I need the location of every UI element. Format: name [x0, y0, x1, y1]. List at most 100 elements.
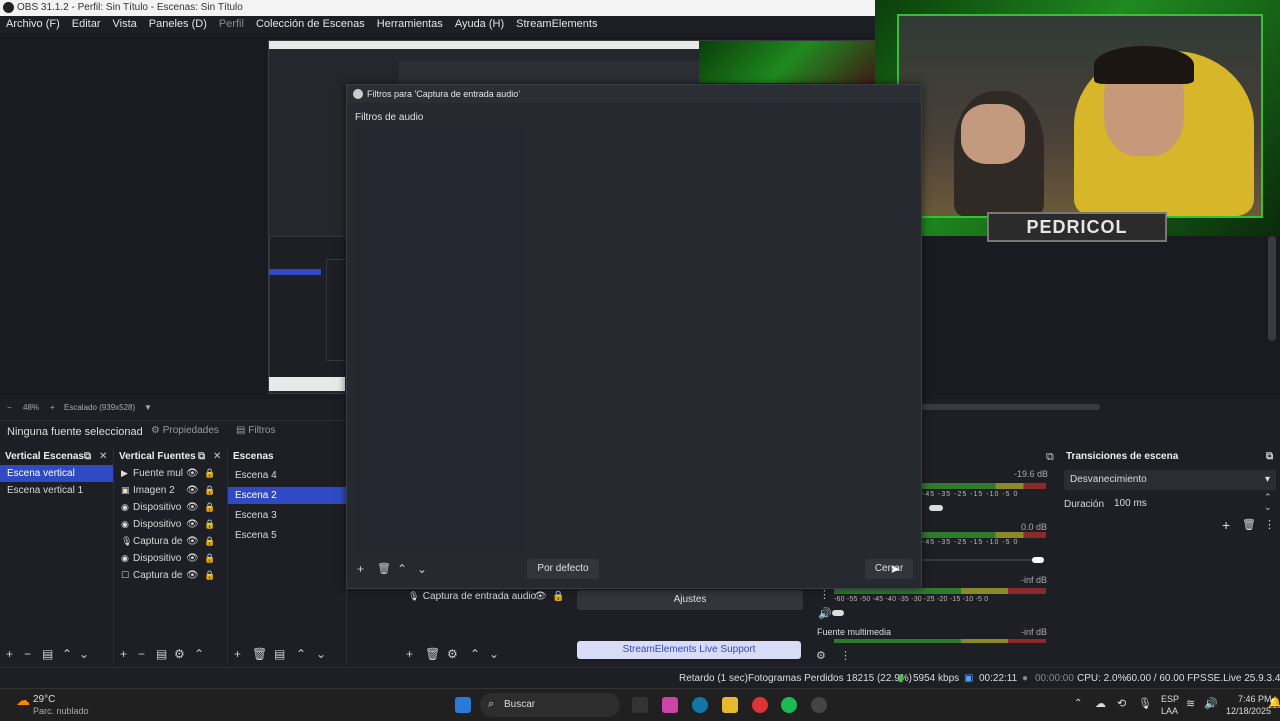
gear-icon[interactable]: ⚙	[447, 647, 458, 661]
vertical-source-item[interactable]: ▣ Imagen 2 👁 🔒	[114, 482, 227, 499]
lock-icon[interactable]: 🔒	[204, 499, 215, 516]
task-view-icon[interactable]	[632, 697, 648, 713]
lock-icon[interactable]: 🔒	[204, 482, 215, 499]
add-icon[interactable]: +	[1222, 517, 1230, 533]
scene-item[interactable]: Escena 3	[228, 507, 346, 524]
undock-icon[interactable]: ⧉	[1266, 448, 1273, 465]
obs-taskbar-icon[interactable]	[811, 697, 827, 713]
cloud-icon[interactable]: ☁	[1095, 697, 1106, 710]
eye-icon[interactable]: 👁	[186, 516, 199, 533]
move-up-icon[interactable]: ⌃	[62, 647, 72, 661]
mic-icon[interactable]: 🎙	[1138, 697, 1152, 710]
move-down-icon[interactable]: ⌄	[489, 647, 499, 661]
transition-select[interactable]: Desvanecimiento ▾	[1064, 470, 1276, 490]
menu-archivo[interactable]: Archivo (F)	[0, 16, 66, 33]
vertical-source-item[interactable]: ☐ Captura de 👁 🔒	[114, 567, 227, 584]
lock-icon[interactable]: 🔒	[204, 567, 215, 584]
lock-icon[interactable]: 🔒	[204, 465, 215, 482]
vertical-scene-item[interactable]: Escena vertical	[0, 465, 113, 482]
preview-vertical-scrollbar[interactable]	[1268, 236, 1276, 341]
trash-icon[interactable]: 🗑	[1242, 518, 1256, 531]
menu-perfil[interactable]: Perfil	[213, 16, 250, 33]
clock-time[interactable]: 7:46 PM	[1238, 694, 1272, 704]
menu-editar[interactable]: Editar	[66, 16, 107, 33]
remove-icon[interactable]: −	[24, 647, 31, 661]
lock-icon[interactable]: 🔒	[552, 588, 564, 605]
trash-icon[interactable]: 🗑	[425, 647, 440, 661]
preview-horizontal-scrollbar[interactable]	[920, 404, 1100, 410]
language-indicator[interactable]: ESP	[1161, 694, 1179, 704]
more-icon[interactable]: ⋮	[1264, 518, 1275, 531]
add-icon[interactable]: +	[234, 647, 241, 661]
zoom-in-button[interactable]: +	[50, 403, 55, 412]
weather-icon[interactable]: ☁	[16, 692, 30, 709]
menu-vista[interactable]: Vista	[107, 16, 143, 33]
volume-slider[interactable]	[929, 505, 943, 511]
trash-icon[interactable]: 🗑	[252, 647, 267, 661]
filter-icon[interactable]: ▤	[156, 647, 167, 661]
add-icon[interactable]: +	[120, 647, 127, 661]
scale-dropdown-icon[interactable]: ▼	[144, 403, 152, 412]
menu-paneles[interactable]: Paneles (D)	[143, 16, 213, 33]
network-icon[interactable]: ⟲	[1117, 697, 1126, 710]
undock-icon[interactable]: ⧉	[84, 448, 91, 465]
tray-chevron-icon[interactable]: ⌃	[1074, 698, 1082, 709]
lock-icon[interactable]: 🔒	[204, 550, 215, 567]
gear-icon[interactable]: ⚙	[174, 647, 185, 661]
vertical-source-item[interactable]: ◉ Dispositivo 👁 🔒	[114, 499, 227, 516]
notifications-icon[interactable]: 🔔	[1268, 696, 1280, 709]
vertical-source-item[interactable]: ◉ Dispositivo 👁 🔒	[114, 550, 227, 567]
move-down-icon[interactable]: ⌄	[79, 647, 89, 661]
edge-icon[interactable]	[692, 697, 708, 713]
source-item[interactable]: 🎙 Captura de entrada audio 👁 🔒	[400, 588, 572, 605]
lock-icon[interactable]: 🔒	[204, 516, 215, 533]
close-icon[interactable]: ✕	[99, 448, 107, 465]
eye-icon[interactable]: 👁	[186, 482, 199, 499]
eye-icon[interactable]: 👁	[186, 533, 199, 550]
menu-streamelements[interactable]: StreamElements	[510, 16, 603, 33]
audio-filters-list[interactable]	[355, 127, 525, 555]
move-up-icon[interactable]: ⌃	[470, 647, 480, 661]
menu-ayuda[interactable]: Ayuda (H)	[449, 16, 510, 33]
vertical-scene-item[interactable]: Escena vertical 1	[0, 482, 113, 499]
vertical-source-item[interactable]: ▶ Fuente mul 👁 🔒	[114, 465, 227, 482]
volume-icon[interactable]: 🔊	[1204, 697, 1218, 710]
scene-item[interactable]: Escena 5	[228, 527, 346, 544]
duration-input[interactable]: 100 ms	[1108, 494, 1262, 514]
eye-icon[interactable]: 👁	[186, 465, 199, 482]
volume-slider[interactable]	[832, 610, 844, 616]
settings-button[interactable]: Ajustes	[577, 590, 803, 610]
file-explorer-icon[interactable]	[722, 697, 738, 713]
add-icon[interactable]: +	[357, 562, 364, 576]
vertical-source-item[interactable]: ◉ Dispositivo 👁 🔒	[114, 516, 227, 533]
mixer-menu-icon[interactable]: ⋮	[819, 588, 830, 601]
move-up-icon[interactable]: ⌃	[194, 647, 204, 661]
vertical-source-item[interactable]: 🎙Captura de 👁 🔒	[114, 533, 227, 550]
properties-button[interactable]: ⚙ Propiedades	[151, 425, 219, 436]
spotify-icon[interactable]	[781, 697, 797, 713]
eye-icon[interactable]: 👁	[186, 499, 199, 516]
scene-item[interactable]: Escena 4	[228, 467, 346, 484]
duration-stepper[interactable]: ⌃ ⌄	[1264, 492, 1272, 512]
trash-icon[interactable]: 🗑	[377, 562, 391, 575]
move-up-icon[interactable]: ⌃	[397, 562, 407, 576]
taskbar-search[interactable]: ⌕ Buscar	[480, 693, 620, 717]
move-up-icon[interactable]: ⌃	[296, 647, 306, 661]
speaker-icon[interactable]: 🔊	[818, 607, 832, 620]
zoom-out-button[interactable]: −	[7, 403, 12, 412]
filters-button[interactable]: ▤ Filtros	[236, 425, 275, 436]
gear-icon[interactable]: ⚙	[816, 649, 826, 662]
close-button[interactable]: Cerrar	[865, 559, 913, 579]
streamelements-support-button[interactable]: StreamElements Live Support	[577, 641, 801, 659]
wifi-icon[interactable]: ≋	[1186, 697, 1195, 710]
undock-icon[interactable]: ⧉	[1046, 451, 1054, 464]
default-button[interactable]: Por defecto	[527, 559, 599, 579]
move-down-icon[interactable]: ⌄	[417, 562, 427, 576]
menu-herramientas[interactable]: Herramientas	[371, 16, 449, 33]
scene-item[interactable]: Escena 2	[228, 487, 346, 504]
volume-slider[interactable]	[1032, 557, 1044, 563]
filter-icon[interactable]: ▤	[42, 647, 53, 661]
menu-coleccion-escenas[interactable]: Colección de Escenas	[250, 16, 371, 33]
add-icon[interactable]: +	[406, 647, 413, 661]
close-icon[interactable]: ✕	[213, 448, 221, 465]
